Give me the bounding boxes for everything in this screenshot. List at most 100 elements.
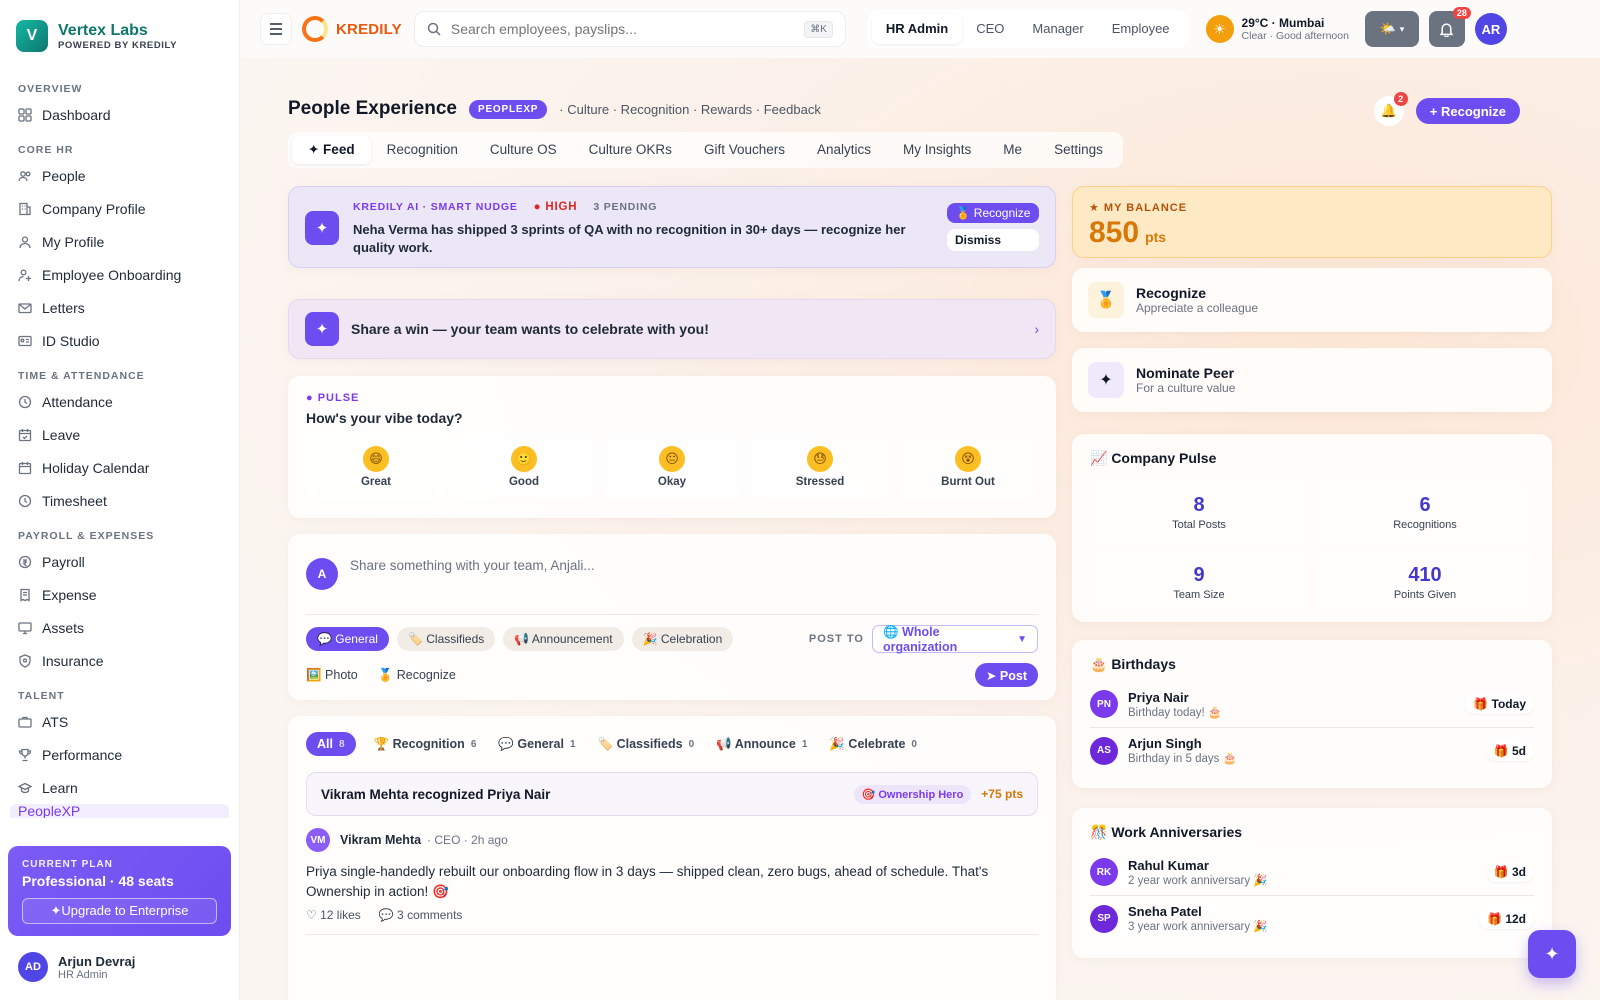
weather-temp: 29°C · Mumbai [1241, 16, 1325, 30]
sidebar-item-leave[interactable]: Leave [0, 418, 239, 451]
tab-my-insights[interactable]: My Insights [887, 136, 987, 164]
sidebar-item-performance[interactable]: Performance [0, 738, 239, 771]
sidebar-item-dashboard[interactable]: Dashboard [0, 98, 239, 131]
filter-announce[interactable]: 📢 Announce 1 [716, 737, 807, 752]
upgrade-button[interactable]: ✦Upgrade to Enterprise [22, 898, 217, 924]
role-hr-admin[interactable]: HR Admin [871, 14, 963, 44]
like-button[interactable]: ♡ 12 likes [306, 908, 361, 922]
mood-label: Great [360, 476, 392, 488]
search-input[interactable] [450, 21, 805, 37]
filter-label: 🏆 Recognition [373, 736, 465, 751]
list-item[interactable]: RK Rahul Kumar 2 year work anniversary 🎉… [1090, 849, 1534, 895]
role-ceo[interactable]: CEO [962, 14, 1018, 44]
filter-label: 📢 Announce [716, 736, 796, 751]
product-logo[interactable]: KREDILY [302, 16, 402, 42]
sidebar-item-company-profile[interactable]: Company Profile [0, 192, 239, 225]
list-item[interactable]: AS Arjun Singh Birthday in 5 days 🎂 🎁 5d [1090, 727, 1534, 773]
sidebar-item-letters[interactable]: Letters [0, 291, 239, 324]
sidebar-item-payroll[interactable]: Payroll [0, 545, 239, 578]
audience-select[interactable]: 🌐 Whole organization ▼ [872, 624, 1038, 654]
nominate-peer-card[interactable]: ✦ Nominate Peer For a culture value [1072, 348, 1552, 412]
kredily-logo-icon [302, 16, 328, 42]
sidebar-item-expense[interactable]: Expense [0, 578, 239, 611]
menu-icon[interactable] [260, 13, 292, 45]
sidebar-item-timesheet[interactable]: Timesheet [0, 484, 239, 517]
sidebar-user[interactable]: AD Arjun Devraj HR Admin [18, 952, 135, 982]
sidebar-item-holiday-calendar[interactable]: Holiday Calendar [0, 451, 239, 484]
tab-feed[interactable]: ✦ Feed [292, 136, 371, 164]
composer-recognize-button[interactable]: 🏅 Recognize [378, 668, 456, 683]
gift-badge[interactable]: 🎁 12d [1479, 908, 1534, 929]
post-input[interactable]: Share something with your team, Anjali..… [350, 558, 595, 573]
tab-culture-os[interactable]: Culture OS [474, 136, 573, 164]
comments-button[interactable]: 💬 3 comments [379, 908, 463, 922]
sidebar-item-insurance[interactable]: Insurance [0, 644, 239, 677]
author-name[interactable]: Vikram Mehta [340, 833, 421, 847]
role-employee[interactable]: Employee [1098, 14, 1184, 44]
filter-celebrate[interactable]: 🎉 Celebrate 0 [829, 737, 917, 752]
chip-celebration[interactable]: 🎉 Celebration [631, 627, 734, 651]
sidebar-item-id-studio[interactable]: ID Studio [0, 324, 239, 357]
gift-badge[interactable]: 🎁 3d [1485, 862, 1534, 882]
sidebar-item-ats[interactable]: ATS [0, 705, 239, 738]
sidebar-item-my-profile[interactable]: My Profile [0, 225, 239, 258]
dizzy-face-icon: 😵 [955, 446, 981, 472]
chip-classifieds[interactable]: 🏷️ Classifieds [396, 627, 496, 651]
tab-culture-okrs[interactable]: Culture OKRs [573, 136, 688, 164]
list-item[interactable]: PN Priya Nair Birthday today! 🎂 🎁 Today [1090, 681, 1534, 727]
theme-toggle-button[interactable]: 🌤️ ▾ [1364, 11, 1419, 47]
balance-unit: pts [1145, 229, 1167, 245]
nudge-recognize-button[interactable]: 🏅 Recognize [947, 203, 1039, 223]
brand[interactable]: V Vertex Labs POWERED BY KREDILY [0, 0, 239, 58]
filter-recognition[interactable]: 🏆 Recognition 6 [374, 737, 477, 752]
gift-badge[interactable]: 🎁 5d [1485, 740, 1534, 761]
tab-me[interactable]: Me [987, 136, 1038, 164]
post-button[interactable]: ➤ Post [974, 663, 1038, 687]
header-actions: 🔔 2 + Recognize [1373, 92, 1520, 126]
chip-general[interactable]: 💬 General [306, 627, 389, 651]
chip-announcement[interactable]: 📢 Announcement [503, 627, 624, 651]
audience-value: 🌐 Whole organization [883, 624, 958, 654]
notifications-button[interactable]: 28 [1428, 7, 1471, 47]
mood-okay[interactable]: 😐 Okay [602, 436, 742, 498]
recognize-button[interactable]: + Recognize [1415, 98, 1520, 124]
sweat-face-icon: 😓 [807, 446, 833, 472]
mood-good[interactable]: 🙂 Good [454, 436, 594, 498]
sidebar-item-employee-onboarding[interactable]: Employee Onboarding [0, 258, 239, 291]
gift-badge[interactable]: 🎁 Today [1465, 694, 1534, 714]
tab-recognition[interactable]: Recognition [371, 136, 474, 164]
sidebar-item-attendance[interactable]: Attendance [0, 385, 239, 418]
ai-assistant-button[interactable]: ✦ [1528, 930, 1576, 978]
search-bar[interactable]: ⌘K [413, 11, 846, 47]
recognize-action-card[interactable]: 🏅 Recognize Appreciate a colleague [1072, 268, 1552, 332]
pulse-card: ● PULSE How's your vibe today? 😄 Great 🙂… [288, 376, 1056, 518]
filter-general[interactable]: 💬 General 1 [498, 737, 575, 752]
recognition-header[interactable]: Vikram Mehta recognized Priya Nair 🎯 Own… [306, 772, 1038, 816]
tab-gift-vouchers[interactable]: Gift Vouchers [688, 136, 801, 164]
list-item[interactable]: SP Sneha Patel 3 year work anniversary 🎉… [1090, 895, 1534, 941]
sidebar-item-label: My Profile [42, 233, 105, 250]
mood-burnt-out[interactable]: 😵 Burnt Out [898, 436, 1038, 498]
page-notifications-button[interactable]: 🔔 2 [1373, 92, 1408, 126]
sidebar-item-people[interactable]: People [0, 159, 239, 192]
add-photo-button[interactable]: 🖼️ Photo [306, 668, 358, 683]
briefcase-icon [18, 715, 32, 729]
action-title: Recognize [1136, 285, 1207, 301]
filter-all[interactable]: All 8 [306, 732, 356, 756]
nudge-dismiss-button[interactable]: Dismiss [947, 229, 1039, 251]
sidebar-item-assets[interactable]: Assets [0, 611, 239, 644]
tab-analytics[interactable]: Analytics [801, 136, 887, 164]
role-manager[interactable]: Manager [1018, 14, 1097, 44]
avatar[interactable]: AR [1474, 13, 1507, 45]
person-name: Priya Nair [1128, 689, 1189, 705]
mood-great[interactable]: 😄 Great [306, 436, 446, 498]
share-win-banner[interactable]: ✦ Share a win — your team wants to celeb… [288, 299, 1056, 359]
search-icon [427, 22, 441, 36]
sparkle-icon: ✦ [1088, 362, 1124, 398]
sidebar-item-label: Dashboard [42, 106, 111, 123]
filter-classifieds[interactable]: 🏷️ Classifieds 0 [598, 737, 695, 752]
sidebar-item-learn[interactable]: Learn [0, 771, 239, 804]
sidebar-item-peoplexp[interactable]: PeopleXP [10, 804, 229, 818]
tab-settings[interactable]: Settings [1038, 136, 1119, 164]
mood-stressed[interactable]: 😓 Stressed [750, 436, 890, 498]
